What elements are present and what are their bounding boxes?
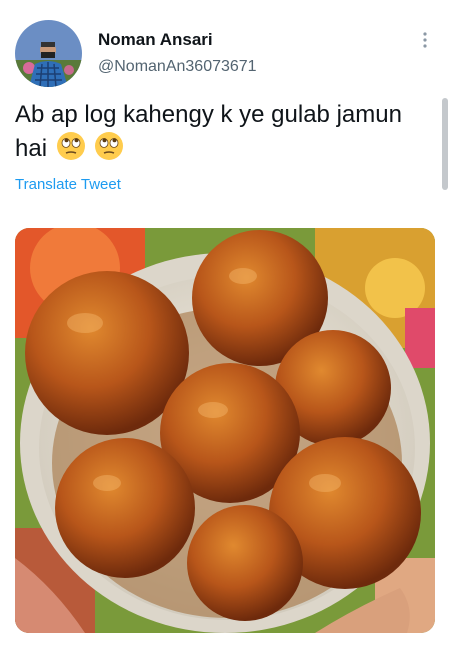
rolling-eyes-emoji-icon	[56, 132, 85, 160]
author-avatar[interactable]	[15, 20, 82, 87]
more-options-icon[interactable]	[416, 30, 434, 50]
author-name[interactable]: Noman Ansari	[98, 30, 213, 50]
tweet-text: Ab ap log kahengy k ye gulab jamun hai	[15, 98, 415, 165]
tweet-photo[interactable]	[15, 228, 435, 633]
rolling-eyes-emoji-icon	[95, 132, 124, 160]
translate-tweet-link[interactable]: Translate Tweet	[15, 176, 121, 193]
scrollbar-thumb[interactable]	[442, 98, 448, 190]
author-handle[interactable]: @NomanAn36073671	[98, 58, 257, 76]
